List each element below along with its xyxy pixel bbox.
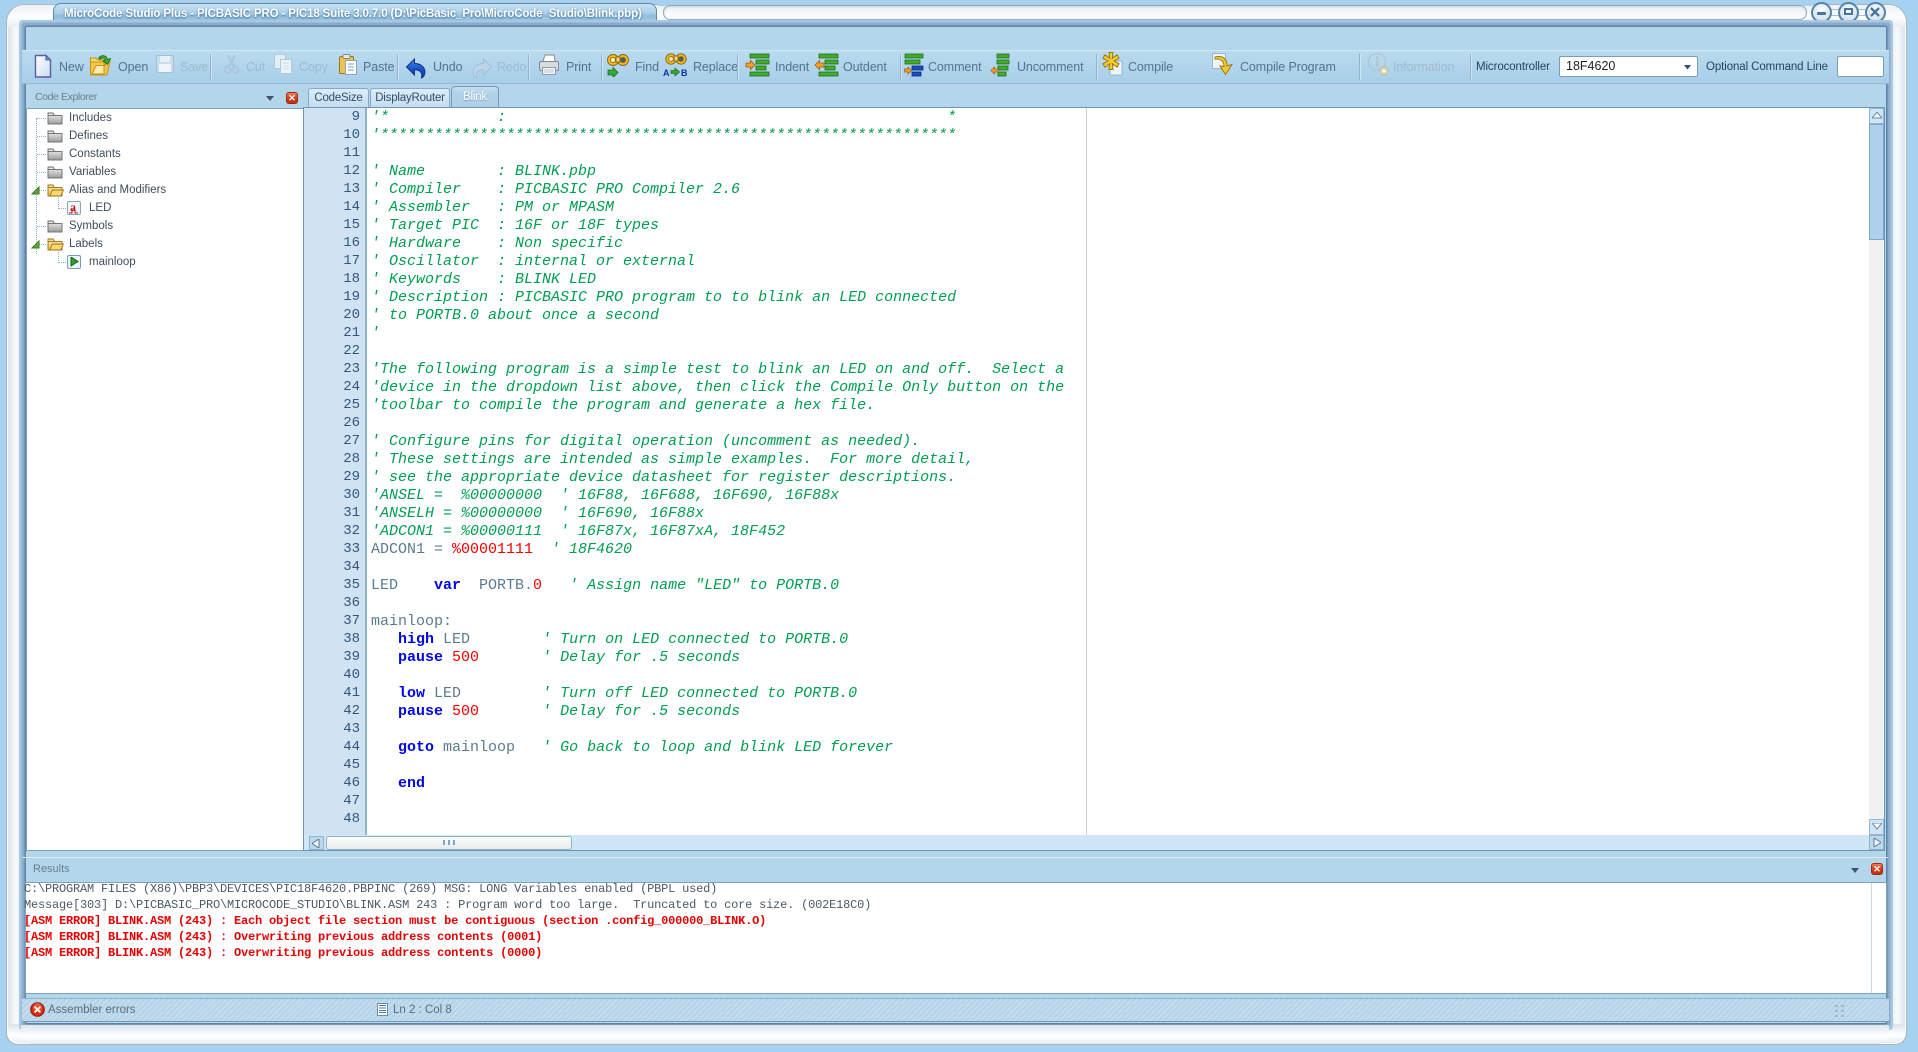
svg-text:A: A [663, 68, 670, 77]
svg-text:B: B [681, 68, 688, 77]
